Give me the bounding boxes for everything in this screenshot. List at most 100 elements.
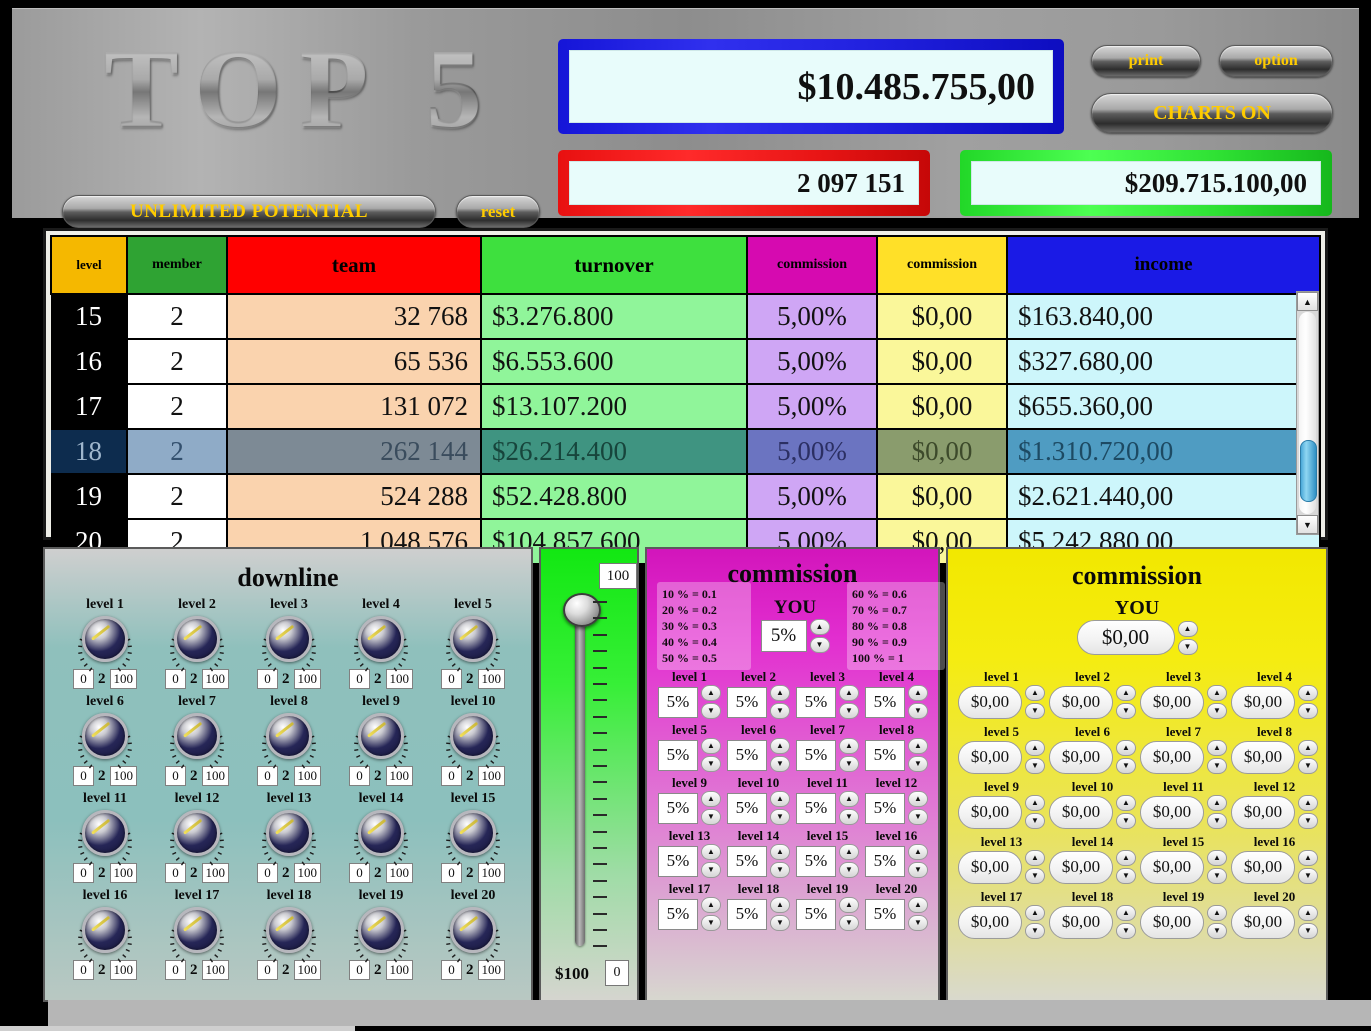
commission-percent-input[interactable]: 5%	[727, 792, 767, 824]
stepper-up-icon[interactable]: ▲	[1298, 795, 1318, 811]
commission-percent-input[interactable]: 5%	[865, 792, 905, 824]
commission-percent-input[interactable]: 5%	[658, 845, 698, 877]
stepper-up-icon[interactable]: ▲	[1116, 795, 1136, 811]
stepper-down-icon[interactable]: ▼	[908, 862, 928, 878]
stepper-up-icon[interactable]: ▲	[908, 685, 928, 701]
charts-on-button[interactable]: CHARTS ON	[1091, 93, 1333, 133]
commission-percent-input[interactable]: 5%	[865, 898, 905, 930]
stepper-down-icon[interactable]: ▼	[701, 809, 721, 825]
downline-knob-min[interactable]: 0	[349, 669, 370, 689]
commission-amount-stepper[interactable]: $0,00 ▲ ▼	[956, 740, 1047, 774]
downline-knob-min[interactable]: 0	[73, 669, 94, 689]
commission-amount-input[interactable]: $0,00	[1049, 905, 1113, 939]
stepper-down-icon[interactable]: ▼	[1177, 638, 1198, 655]
stepper-up-icon[interactable]: ▲	[1298, 850, 1318, 866]
table-row[interactable]: 16 2 65 536 $6.553.600 5,00% $0,00 $327.680,00	[51, 338, 1321, 385]
unlimited-potential-button[interactable]: UNLIMITED POTENTIAL	[62, 195, 436, 228]
commission-amount-stepper[interactable]: $0,00 ▲ ▼	[1229, 740, 1320, 774]
downline-knob-min[interactable]: 0	[441, 669, 462, 689]
commission-amount-stepper[interactable]: $0,00 ▲ ▼	[956, 905, 1047, 939]
commission-amount-input[interactable]: $0,00	[1049, 740, 1113, 774]
stepper-down-icon[interactable]: ▼	[1207, 923, 1227, 939]
downline-knob-max[interactable]: 100	[477, 669, 505, 689]
table-row[interactable]: 15 2 32 768 $3.276.800 5,00% $0,00 $163.840,00	[51, 293, 1321, 340]
commission-amount-input[interactable]: $0,00	[1231, 740, 1295, 774]
stepper-down-icon[interactable]: ▼	[839, 809, 859, 825]
downline-knob-dial[interactable]	[358, 616, 404, 662]
stepper-down-icon[interactable]: ▼	[701, 756, 721, 772]
downline-knob-min[interactable]: 0	[257, 863, 278, 883]
commission-amount-input[interactable]: $0,00	[958, 795, 1022, 829]
stepper-up-icon[interactable]: ▲	[1116, 685, 1136, 701]
downline-knob-min[interactable]: 0	[349, 960, 370, 980]
commission-percent-input[interactable]: 5%	[727, 845, 767, 877]
column-header-member[interactable]: member	[126, 235, 228, 295]
downline-knob-dial[interactable]	[358, 907, 404, 953]
commission-amount-stepper[interactable]: $0,00 ▲ ▼	[1047, 905, 1138, 939]
commission-percent-stepper[interactable]: 5% ▲ ▼	[793, 897, 862, 931]
stepper-up-icon[interactable]: ▲	[1116, 850, 1136, 866]
commission-percent-stepper[interactable]: 5% ▲ ▼	[793, 791, 862, 825]
downline-knob-max[interactable]: 100	[385, 669, 413, 689]
commission-amount-stepper[interactable]: $0,00 ▲ ▼	[1047, 740, 1138, 774]
downline-knob-dial[interactable]	[358, 713, 404, 759]
downline-knob-min[interactable]: 0	[257, 960, 278, 980]
commission-amount-input[interactable]: $0,00	[958, 685, 1022, 719]
commission-percent-stepper[interactable]: 5% ▲ ▼	[655, 791, 724, 825]
commission-amount-stepper[interactable]: $0,00 ▲ ▼	[956, 850, 1047, 884]
downline-knob-min[interactable]: 0	[257, 766, 278, 786]
commission-amount-input[interactable]: $0,00	[1140, 740, 1204, 774]
stepper-down-icon[interactable]: ▼	[1116, 758, 1136, 774]
downline-knob-max[interactable]: 100	[385, 766, 413, 786]
commission-percent-stepper[interactable]: 5% ▲ ▼	[724, 844, 793, 878]
commission-percent-stepper[interactable]: 5% ▲ ▼	[655, 897, 724, 931]
downline-knob-max[interactable]: 100	[201, 766, 229, 786]
print-button[interactable]: print	[1091, 45, 1201, 77]
stepper-down-icon[interactable]: ▼	[770, 756, 790, 772]
commission-amount-stepper[interactable]: $0,00 ▲ ▼	[1047, 850, 1138, 884]
stepper-down-icon[interactable]: ▼	[1025, 703, 1045, 719]
column-header-level[interactable]: level	[50, 235, 128, 295]
stepper-down-icon[interactable]: ▼	[809, 637, 830, 653]
stepper-up-icon[interactable]: ▲	[1025, 905, 1045, 921]
commission-percent-input[interactable]: 5%	[727, 739, 767, 771]
stepper-down-icon[interactable]: ▼	[1207, 758, 1227, 774]
scroll-up-icon[interactable]: ▲	[1297, 292, 1318, 311]
downline-knob-min[interactable]: 0	[257, 669, 278, 689]
commission-percent-stepper[interactable]: 5% ▲ ▼	[793, 844, 862, 878]
commission-percent-input[interactable]: 5%	[796, 792, 836, 824]
column-header-commission-pct[interactable]: commission	[746, 235, 878, 295]
downline-knob-min[interactable]: 0	[165, 863, 186, 883]
stepper-up-icon[interactable]: ▲	[1116, 740, 1136, 756]
column-header-commission-amt[interactable]: commission	[876, 235, 1008, 295]
stepper-up-icon[interactable]: ▲	[1298, 740, 1318, 756]
commission-amount-input[interactable]: $0,00	[1049, 795, 1113, 829]
downline-knob-dial[interactable]	[174, 713, 220, 759]
stepper-down-icon[interactable]: ▼	[839, 862, 859, 878]
stepper-up-icon[interactable]: ▲	[1116, 905, 1136, 921]
stepper-down-icon[interactable]: ▼	[1025, 813, 1045, 829]
column-header-turnover[interactable]: turnover	[480, 235, 748, 295]
commission-amount-stepper[interactable]: $0,00 ▲ ▼	[1229, 905, 1320, 939]
downline-knob-max[interactable]: 100	[293, 669, 321, 689]
downline-knob-max[interactable]: 100	[109, 766, 137, 786]
commission-amount-stepper[interactable]: $0,00 ▲ ▼	[956, 685, 1047, 719]
commission-amount-stepper[interactable]: $0,00 ▲ ▼	[1047, 685, 1138, 719]
total-turnover-display[interactable]: $209.715.100,00	[960, 150, 1332, 216]
slider-min-input[interactable]: 0	[605, 960, 629, 986]
commission-percent-input[interactable]: 5%	[865, 845, 905, 877]
commission-percent-input[interactable]: 5%	[865, 686, 905, 718]
stepper-down-icon[interactable]: ▼	[1025, 868, 1045, 884]
downline-knob-min[interactable]: 0	[165, 766, 186, 786]
stepper-down-icon[interactable]: ▼	[770, 703, 790, 719]
commission-percent-stepper[interactable]: 5% ▲ ▼	[862, 844, 931, 878]
downline-knob-dial[interactable]	[266, 810, 312, 856]
commission-amount-input[interactable]: $0,00	[1140, 685, 1204, 719]
stepper-up-icon[interactable]: ▲	[701, 897, 721, 913]
stepper-down-icon[interactable]: ▼	[1116, 813, 1136, 829]
commission-amount-input[interactable]: $0,00	[958, 850, 1022, 884]
scroll-down-icon[interactable]: ▼	[1297, 515, 1318, 534]
downline-knob-max[interactable]: 100	[109, 863, 137, 883]
downline-knob-dial[interactable]	[82, 713, 128, 759]
commission-percent-stepper[interactable]: 5% ▲ ▼	[724, 685, 793, 719]
